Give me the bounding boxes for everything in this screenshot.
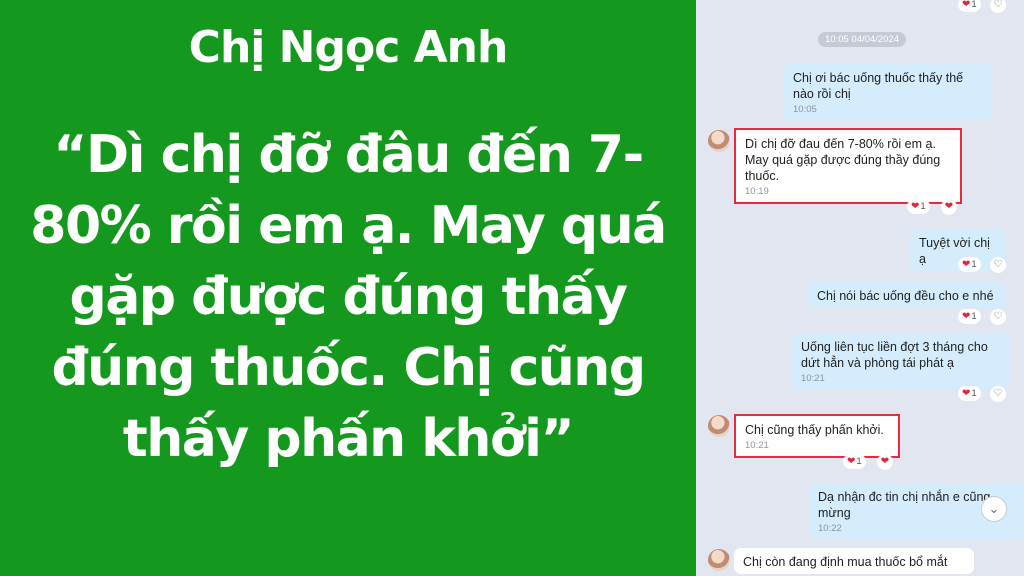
reaction-count[interactable]: ❤ 1: [958, 0, 981, 12]
message-time: 10:21: [801, 373, 825, 384]
message-text: Chị cũng thấy phấn khởi.: [745, 423, 884, 437]
message-sent[interactable]: Chị nói bác uống đều cho e nhé: [808, 282, 1006, 308]
heart-icon: ❤: [962, 0, 971, 10]
heart-icon: ❤: [911, 201, 920, 212]
heart-icon: ❤: [962, 311, 971, 322]
avatar[interactable]: [708, 415, 730, 437]
date-stamp: 10:05 04/04/2024: [818, 32, 906, 47]
message-text: Dạ nhận đc tin chị nhắn e cũng mừng: [818, 490, 991, 520]
avatar[interactable]: [708, 549, 730, 571]
heart-icon: ❤: [962, 388, 971, 399]
message-received[interactable]: Chị còn đang định mua thuốc bổ mắt: [734, 548, 974, 574]
reaction-count[interactable]: ❤ 1: [958, 386, 981, 401]
message-text: Chị nói bác uống đều cho e nhé: [817, 289, 994, 303]
heart-icon: ❤: [847, 456, 856, 467]
message-time: 10:19: [745, 186, 769, 197]
heart-icon: ❤: [962, 259, 971, 270]
reaction-count[interactable]: ❤ 1: [907, 199, 930, 214]
customer-name: Chị Ngọc Anh: [188, 22, 509, 73]
heart-outline-icon[interactable]: ♡: [990, 309, 1006, 325]
avatar[interactable]: [708, 130, 730, 152]
message-time: 10:21: [745, 440, 769, 451]
message-time: 10:05: [793, 104, 817, 115]
message-received-highlighted[interactable]: Dì chị đỡ đau đến 7-80% rồi em ạ. May qu…: [734, 128, 962, 204]
reaction-count[interactable]: ❤ 1: [958, 257, 981, 272]
testimonial-panel: Chị Ngọc Anh “Dì chị đỡ đâu đến 7-80% rồ…: [0, 0, 696, 576]
heart-outline-icon[interactable]: ♡: [990, 0, 1006, 13]
message-sent[interactable]: Uống liên tục liền đợt 3 tháng cho dứt h…: [792, 333, 1010, 389]
message-text: Dì chị đỡ đau đến 7-80% rồi em ạ. May qu…: [745, 137, 941, 183]
heart-outline-icon[interactable]: ♡: [990, 257, 1006, 273]
message-text: Chị còn đang định mua thuốc bổ mắt: [743, 555, 948, 569]
message-text: Chị ơi bác uống thuốc thấy thế nào rồi c…: [793, 71, 964, 101]
reaction-count[interactable]: ❤ 1: [843, 454, 866, 469]
testimonial-quote: “Dì chị đỡ đâu đến 7-80% rồi em ạ. May q…: [30, 125, 667, 469]
chat-screenshot: ❤ 1 ♡ 10:05 04/04/2024 Chị ơi bác uống th…: [696, 0, 1024, 576]
heart-icon[interactable]: ❤: [941, 199, 957, 215]
message-time: 10:22: [818, 523, 842, 534]
message-received-highlighted[interactable]: Chị cũng thấy phấn khởi. 10:21: [734, 414, 900, 458]
reaction-count[interactable]: ❤ 1: [958, 309, 981, 324]
heart-icon[interactable]: ❤: [877, 454, 893, 470]
message-text: Uống liên tục liền đợt 3 tháng cho dứt h…: [801, 340, 988, 370]
message-sent[interactable]: Chị ơi bác uống thuốc thấy thế nào rồi c…: [784, 64, 992, 120]
heart-outline-icon[interactable]: ♡: [990, 386, 1006, 402]
chevron-down-icon[interactable]: ⌄: [981, 496, 1007, 522]
